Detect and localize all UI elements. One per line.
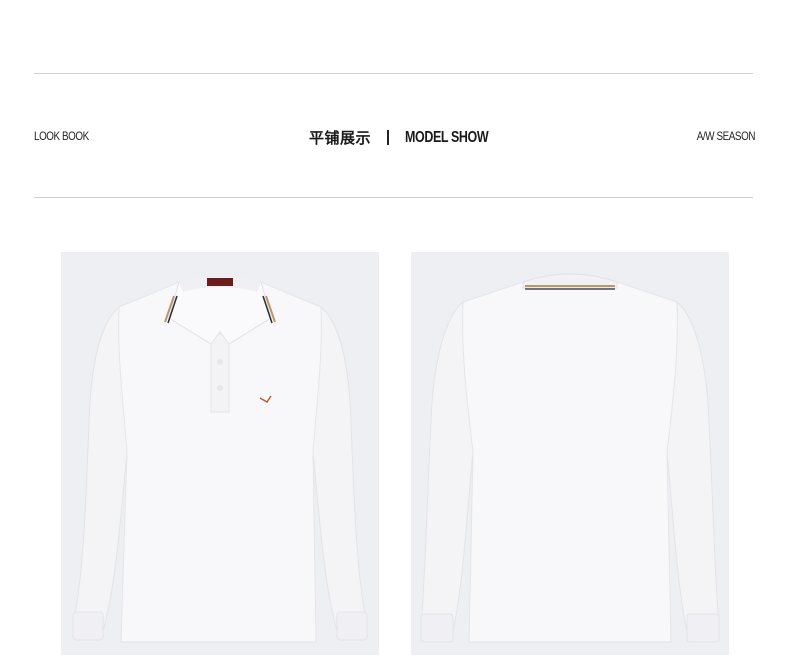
product-photo-back (411, 252, 729, 655)
section-title: 平铺展示 MODEL SHOW (309, 127, 512, 148)
look-book-label: LOOK BOOK (34, 129, 89, 143)
section-title-cn: 平铺展示 (309, 129, 372, 147)
product-photo-front (61, 252, 379, 655)
polo-front-image (72, 276, 368, 643)
section-title-en: MODEL SHOW (405, 128, 489, 146)
bottom-divider (34, 197, 753, 198)
polo-back-image (420, 273, 720, 643)
season-label: A/W SEASON (696, 129, 756, 143)
title-separator (387, 130, 390, 145)
top-divider (34, 73, 753, 74)
